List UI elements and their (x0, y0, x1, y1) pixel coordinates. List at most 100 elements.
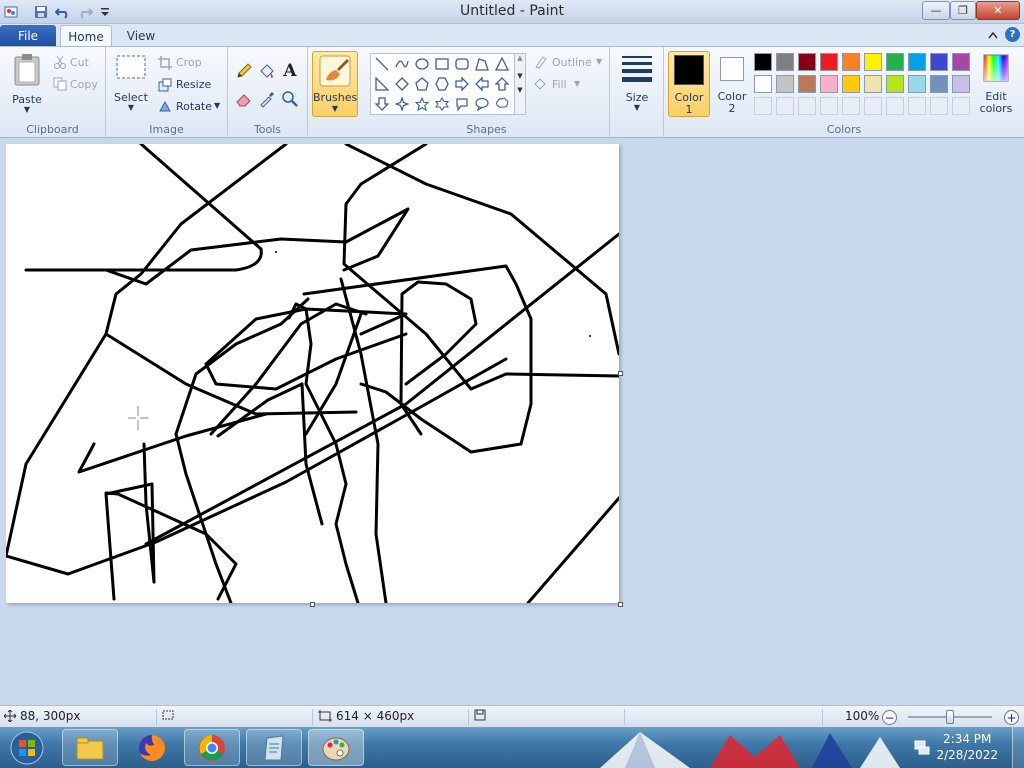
palette-color-swatch[interactable] (754, 75, 772, 93)
palette-color-swatch[interactable] (908, 75, 926, 93)
canvas-workspace[interactable] (0, 139, 1024, 705)
rectangle-shape-icon[interactable] (433, 55, 451, 73)
canvas-resize-handle-corner[interactable] (618, 602, 623, 607)
restore-button[interactable]: ❐ (950, 1, 976, 20)
close-button[interactable]: ✕ (976, 1, 1020, 20)
palette-color-swatch[interactable] (842, 53, 860, 71)
triangle-shape-icon[interactable] (493, 55, 511, 73)
palette-color-swatch[interactable] (952, 75, 970, 93)
fill-dropdown-icon[interactable]: ▼ (574, 79, 580, 88)
palette-color-swatch[interactable] (864, 53, 882, 71)
palette-color-swatch[interactable] (930, 75, 948, 93)
cloud-callout-shape-icon[interactable] (493, 95, 511, 113)
polygon-shape-icon[interactable] (473, 55, 491, 73)
minimize-ribbon-icon[interactable] (986, 28, 1000, 42)
five-point-star-shape-icon[interactable] (413, 95, 431, 113)
palette-custom-slot[interactable] (776, 97, 794, 115)
up-arrow-shape-icon[interactable] (493, 75, 511, 93)
copy-button[interactable]: Copy (70, 78, 98, 91)
palette-color-swatch[interactable] (864, 75, 882, 93)
select-dropdown-icon[interactable]: ▼ (112, 103, 150, 112)
palette-custom-slot[interactable] (886, 97, 904, 115)
palette-color-swatch[interactable] (820, 75, 838, 93)
eraser-icon[interactable] (234, 89, 254, 109)
paste-dropdown-icon[interactable]: ▼ (6, 105, 48, 114)
diamond-shape-icon[interactable] (393, 75, 411, 93)
taskbar-firefox[interactable] (124, 729, 180, 766)
rounded-callout-shape-icon[interactable] (453, 95, 471, 113)
fill-bucket-icon[interactable] (257, 61, 277, 81)
rotate-dropdown-icon[interactable]: ▼ (214, 101, 220, 110)
palette-custom-slot[interactable] (908, 97, 926, 115)
network-icon[interactable] (914, 739, 930, 755)
zoom-in-button[interactable]: + (1004, 710, 1019, 725)
scroll-up-icon[interactable]: ▲ (515, 54, 525, 62)
zoom-slider-thumb[interactable] (946, 710, 954, 724)
crop-button[interactable]: Crop (176, 56, 202, 69)
outline-button[interactable]: Outline (552, 56, 592, 69)
resize-button[interactable]: Resize (176, 78, 211, 91)
brushes-button[interactable]: Brushes ▼ (312, 51, 358, 117)
text-tool-icon[interactable]: A (280, 61, 300, 81)
six-point-star-shape-icon[interactable] (433, 95, 451, 113)
right-arrow-shape-icon[interactable] (453, 75, 471, 93)
paste-button[interactable]: Paste ▼ (6, 51, 48, 114)
edit-colors-button[interactable]: Edit colors (974, 51, 1018, 117)
curve-shape-icon[interactable] (393, 55, 411, 73)
select-button[interactable]: Select ▼ (112, 53, 150, 115)
canvas-resize-handle-bottom[interactable] (310, 602, 315, 607)
tab-home[interactable]: Home (60, 25, 112, 47)
palette-custom-slot[interactable] (798, 97, 816, 115)
palette-color-swatch[interactable] (776, 75, 794, 93)
palette-custom-slot[interactable] (864, 97, 882, 115)
fill-button[interactable]: Fill (552, 78, 567, 91)
gallery-expand-icon[interactable]: ▼ (515, 86, 525, 94)
taskbar-clock[interactable]: 2:34 PM 2/28/2022 (936, 731, 998, 763)
palette-color-swatch[interactable] (842, 75, 860, 93)
palette-custom-slot[interactable] (754, 97, 772, 115)
palette-custom-slot[interactable] (930, 97, 948, 115)
right-triangle-shape-icon[interactable] (373, 75, 391, 93)
line-shape-icon[interactable] (373, 55, 391, 73)
hexagon-shape-icon[interactable] (433, 75, 451, 93)
taskbar-notepad[interactable] (246, 729, 302, 766)
rotate-button[interactable]: Rotate (176, 100, 212, 113)
color-picker-icon[interactable] (257, 89, 277, 109)
palette-color-swatch[interactable] (798, 75, 816, 93)
rounded-rectangle-shape-icon[interactable] (453, 55, 471, 73)
pencil-icon[interactable] (234, 61, 254, 81)
palette-color-swatch[interactable] (754, 53, 772, 71)
cut-button[interactable]: Cut (70, 56, 89, 69)
shapes-gallery-scroll[interactable]: ▲ ▼ ▼ (514, 53, 526, 115)
color2-button[interactable]: Color 2 (712, 51, 752, 117)
zoom-out-button[interactable]: − (882, 710, 897, 725)
help-icon[interactable]: ? (1005, 27, 1020, 42)
taskbar-paint[interactable] (308, 729, 364, 766)
pentagon-shape-icon[interactable] (413, 75, 431, 93)
tab-file[interactable]: File (0, 25, 56, 46)
palette-custom-slot[interactable] (842, 97, 860, 115)
start-button[interactable] (6, 729, 48, 766)
palette-color-swatch[interactable] (798, 53, 816, 71)
palette-color-swatch[interactable] (930, 53, 948, 71)
palette-color-swatch[interactable] (820, 53, 838, 71)
palette-color-swatch[interactable] (886, 75, 904, 93)
palette-color-swatch[interactable] (908, 53, 926, 71)
scroll-down-icon[interactable]: ▼ (515, 72, 525, 80)
palette-color-swatch[interactable] (952, 53, 970, 71)
oval-callout-shape-icon[interactable] (473, 95, 491, 113)
left-arrow-shape-icon[interactable] (473, 75, 491, 93)
size-button[interactable]: Size ▼ (616, 53, 658, 115)
taskbar-explorer[interactable] (62, 729, 118, 766)
magnifier-icon[interactable] (280, 89, 300, 109)
palette-custom-slot[interactable] (952, 97, 970, 115)
oval-shape-icon[interactable] (413, 55, 431, 73)
palette-color-swatch[interactable] (776, 53, 794, 71)
minimize-button[interactable]: — (922, 1, 950, 20)
taskbar-chrome[interactable] (184, 729, 240, 766)
palette-custom-slot[interactable] (820, 97, 838, 115)
color1-button[interactable]: Color 1 (668, 51, 710, 117)
drawing-canvas[interactable] (6, 144, 623, 607)
four-point-star-shape-icon[interactable] (393, 95, 411, 113)
palette-color-swatch[interactable] (886, 53, 904, 71)
